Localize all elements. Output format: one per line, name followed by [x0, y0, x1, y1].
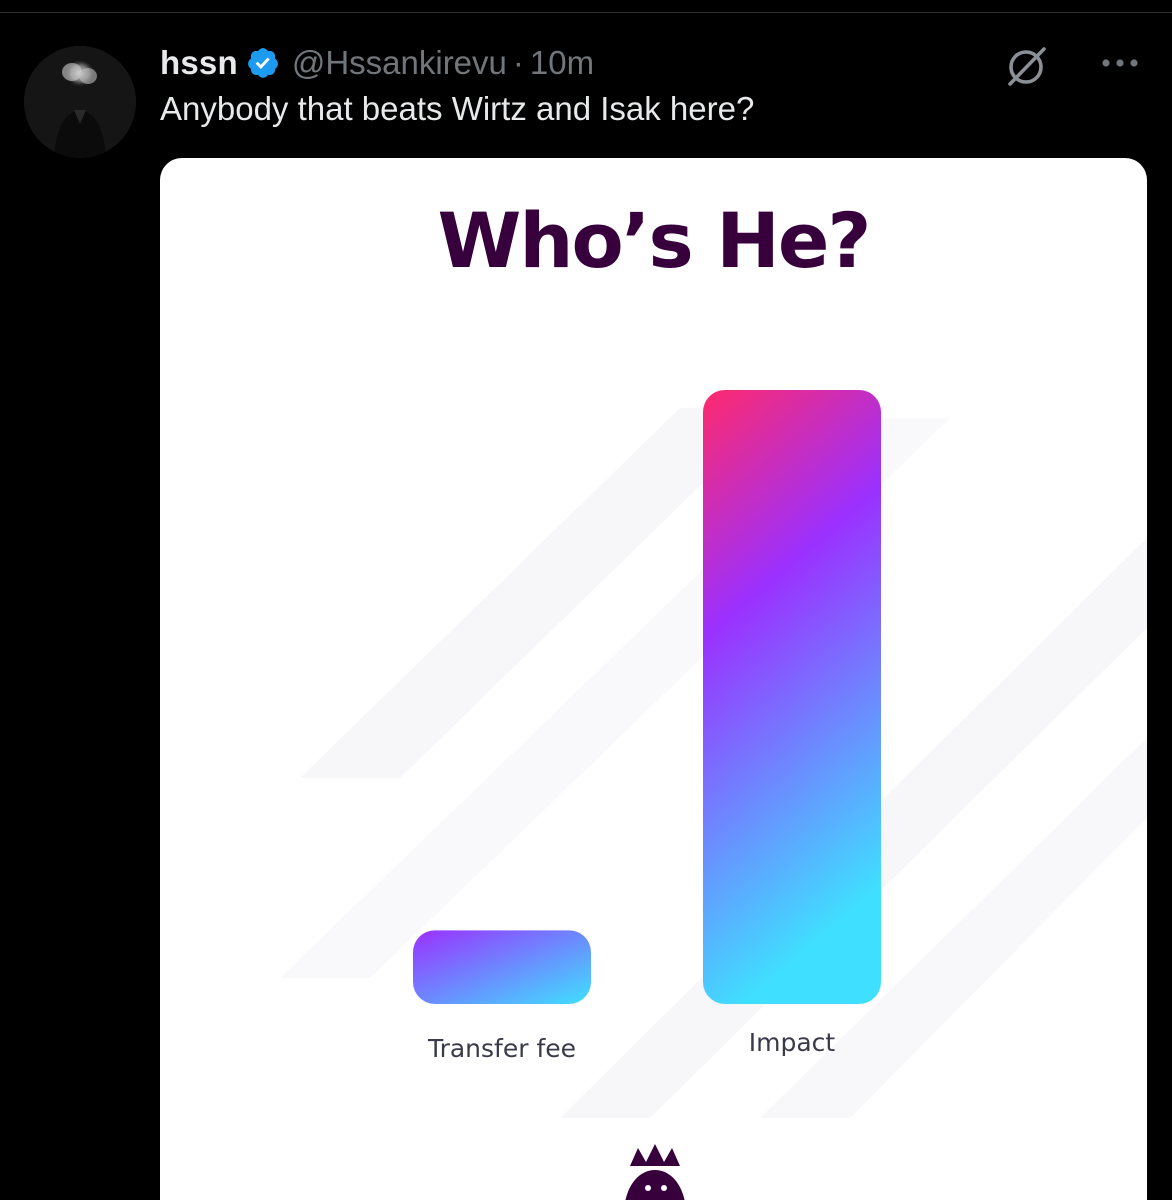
timestamp[interactable]: 10m [530, 44, 594, 82]
tweet-media-image[interactable]: Who’s He? Transfer fee Impact [160, 158, 1147, 1200]
bar-impact [703, 390, 881, 1004]
divider [0, 12, 1172, 13]
tweet-view: hssn @Hssankirevu · 10m Anybody that bea… [0, 0, 1172, 1200]
avatar-image [24, 46, 136, 158]
category-label: Transfer fee [427, 1034, 576, 1063]
separator-dot: · [512, 44, 524, 81]
verified-badge-icon [247, 48, 278, 78]
tweet-header: hssn @Hssankirevu · 10m [160, 40, 594, 86]
tweet-text: Anybody that beats Wirtz and Isak here? [160, 90, 755, 127]
user-handle[interactable]: @Hssankirevu [292, 44, 507, 82]
category-label: Impact [749, 1028, 836, 1057]
avatar[interactable] [24, 46, 136, 158]
bar-chart: Transfer fee Impact [413, 390, 881, 1063]
more-options-icon[interactable] [1096, 46, 1144, 80]
bar-transfer-fee [413, 930, 591, 1004]
premier-league-lion-logo [625, 1144, 685, 1200]
display-name[interactable]: hssn [160, 44, 238, 82]
grok-icon[interactable] [1004, 44, 1052, 88]
